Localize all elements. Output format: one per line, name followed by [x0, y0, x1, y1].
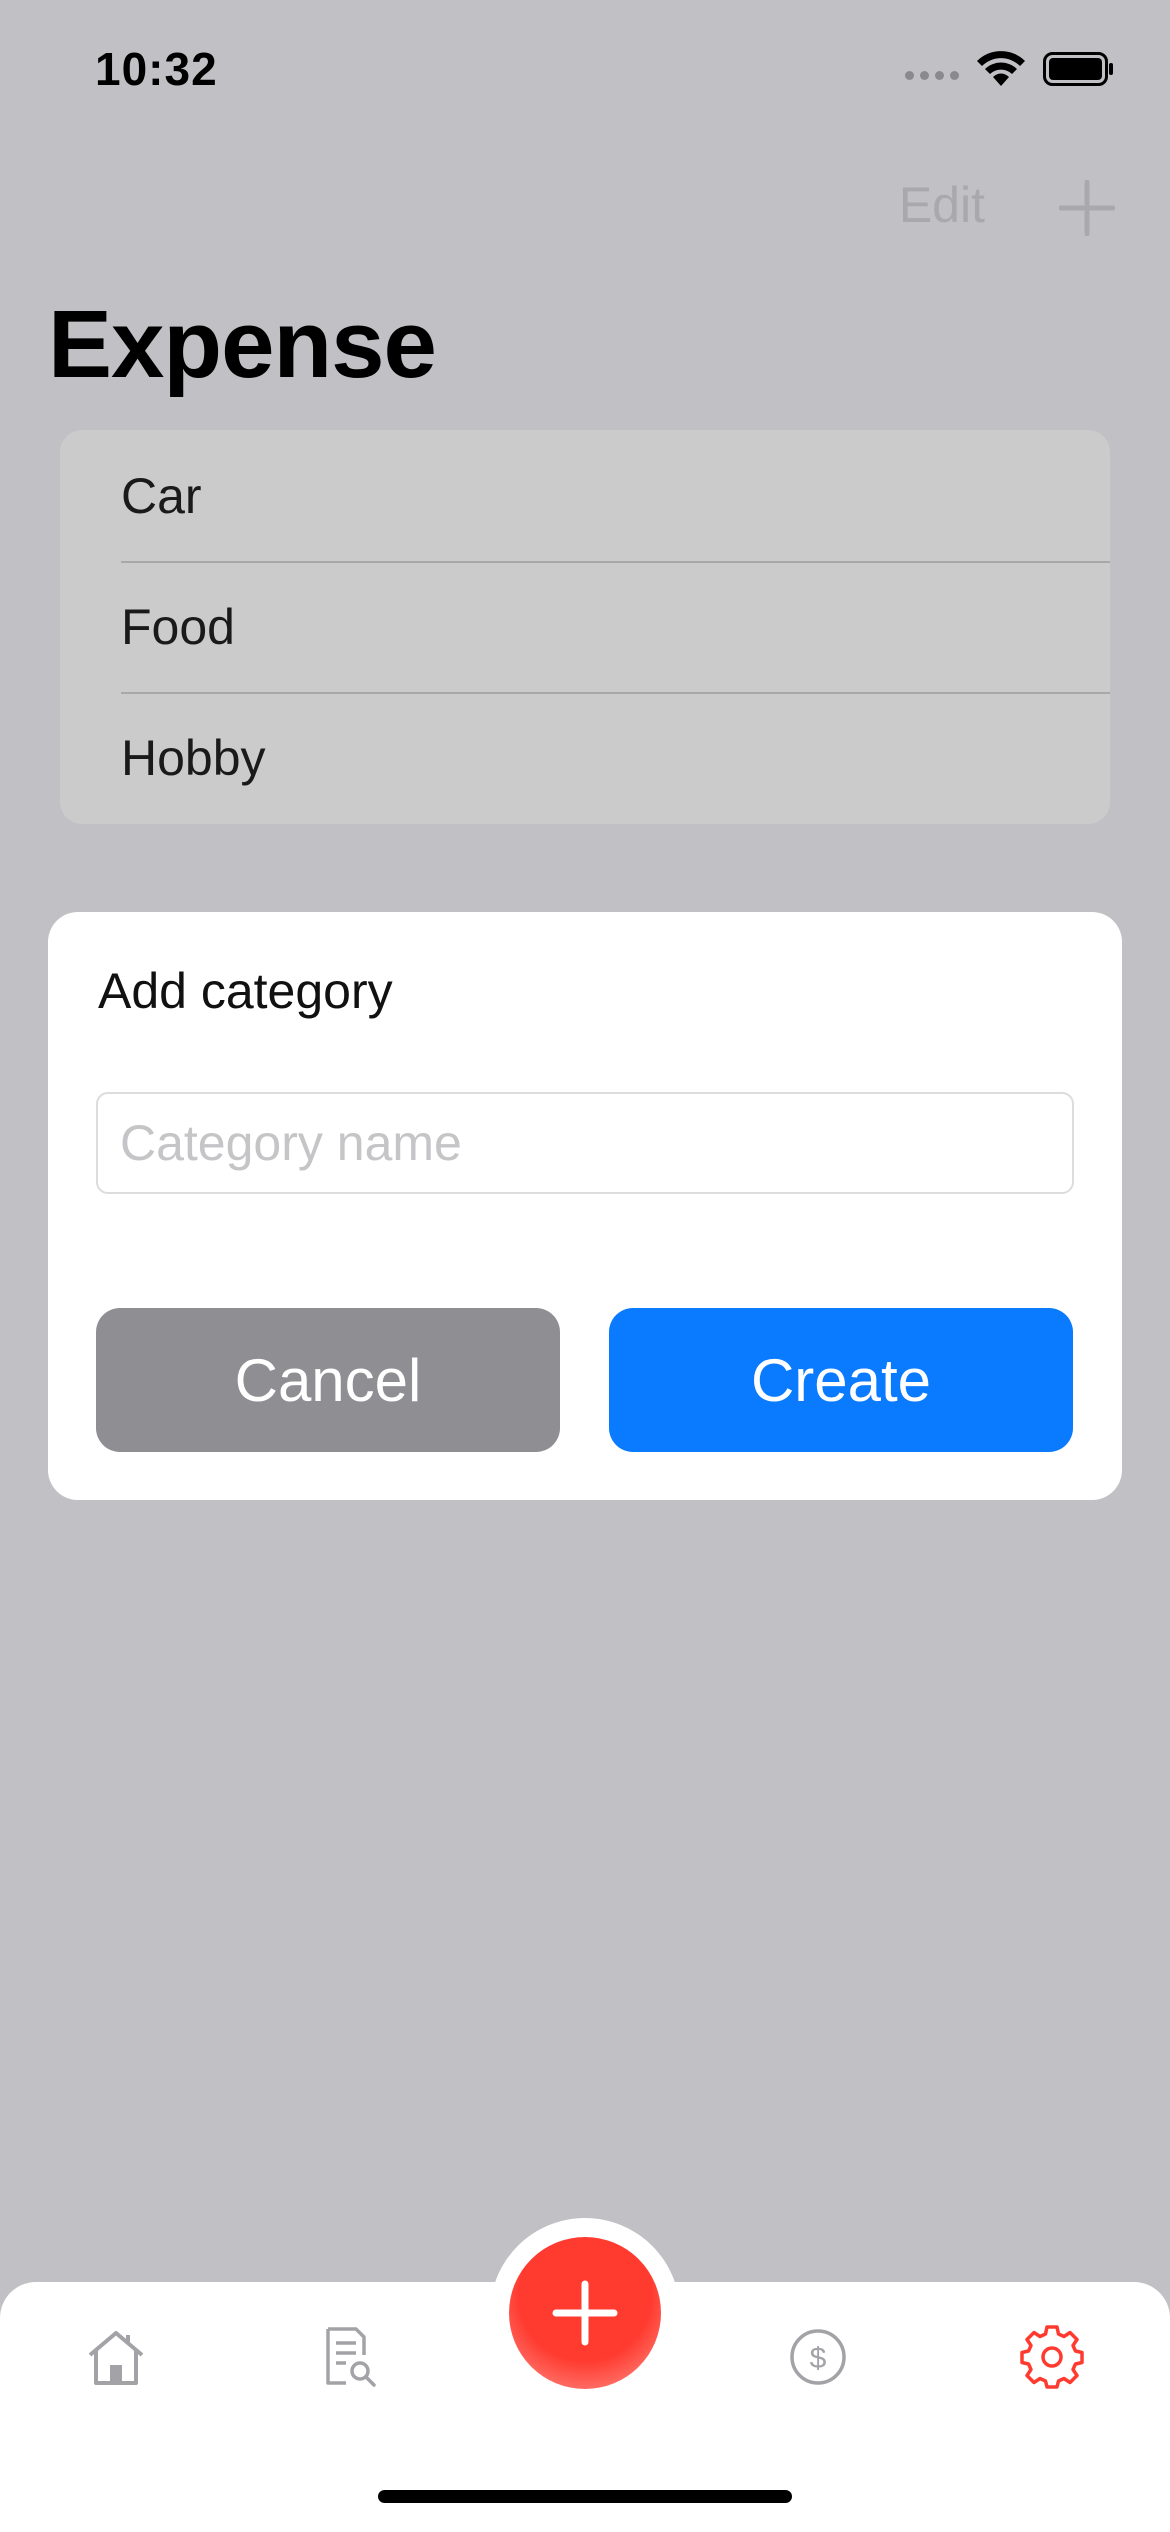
- edit-button[interactable]: Edit: [899, 176, 985, 234]
- gear-icon: [1020, 2325, 1084, 2389]
- tab-reports[interactable]: [316, 2325, 380, 2389]
- category-list: Car Food Hobby: [60, 430, 1110, 824]
- tab-settings[interactable]: [1020, 2325, 1084, 2389]
- tab-home[interactable]: [84, 2325, 148, 2389]
- report-search-icon: [326, 2327, 376, 2387]
- category-name-input[interactable]: [96, 1092, 1074, 1194]
- list-item[interactable]: Food: [60, 561, 1110, 692]
- cancel-button[interactable]: Cancel: [96, 1308, 560, 1452]
- battery-icon: [1043, 52, 1113, 86]
- add-category-dialog: Add category Cancel Create: [48, 912, 1122, 1500]
- dialog-title: Add category: [98, 963, 393, 1019]
- cellular-signal-icon: [905, 70, 959, 80]
- add-transaction-button[interactable]: [509, 2237, 661, 2389]
- status-time: 10:32: [95, 43, 218, 95]
- dollar-icon: $: [790, 2329, 846, 2385]
- svg-text:$: $: [810, 2342, 827, 2375]
- list-item-label: Hobby: [121, 729, 266, 786]
- tab-budget[interactable]: $: [786, 2325, 850, 2389]
- add-category-button[interactable]: [1059, 180, 1115, 236]
- create-button[interactable]: Create: [609, 1308, 1073, 1452]
- plus-icon: [1059, 180, 1115, 236]
- status-icons: [905, 50, 1115, 88]
- list-item-label: Food: [121, 598, 235, 655]
- list-item[interactable]: Hobby: [60, 692, 1110, 823]
- page-title: Expense: [48, 291, 437, 398]
- home-icon: [88, 2331, 144, 2385]
- status-bar: 10:32: [0, 0, 1170, 140]
- wifi-icon: [977, 51, 1025, 86]
- list-item[interactable]: Car: [60, 430, 1110, 561]
- home-indicator: [378, 2490, 792, 2503]
- list-item-label: Car: [121, 467, 202, 524]
- plus-icon: [552, 2280, 618, 2346]
